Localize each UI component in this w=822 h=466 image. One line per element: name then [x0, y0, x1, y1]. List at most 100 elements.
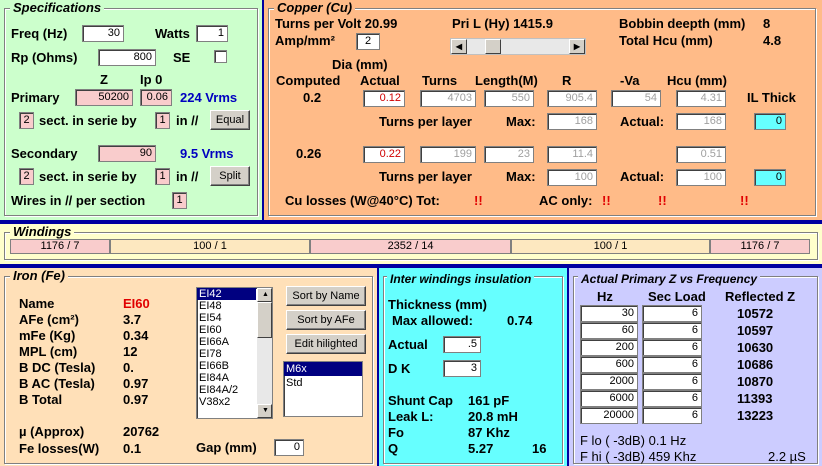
secondary-actual-input[interactable]: 0.22 — [363, 146, 405, 163]
insulation-actual-input[interactable]: .5 — [443, 336, 481, 353]
secondary-length: 23 — [484, 146, 534, 163]
core-list-scrollbar[interactable]: ▲ ▼ — [257, 288, 272, 418]
total-hcu-label: Total Hcu (mm) — [619, 33, 713, 48]
primary-in-par-text: in // — [176, 113, 199, 128]
windings-title: Windings — [10, 224, 75, 239]
hz-input[interactable]: 2000 — [580, 373, 638, 390]
dia-label: Dia (mm) — [332, 57, 388, 72]
mu-value: 20762 — [123, 424, 160, 439]
list-item[interactable]: M6x — [284, 362, 362, 376]
secondary-sect-input[interactable]: 2 — [19, 168, 34, 185]
z-header: Z — [100, 72, 108, 87]
primary-length: 550 — [484, 90, 534, 107]
scroll-thumb[interactable] — [257, 302, 272, 338]
mu-label: µ (Approx) — [19, 424, 85, 439]
shunt-cap-label: Shunt Cap — [388, 393, 453, 408]
sec-load-input[interactable]: 6 — [642, 407, 702, 424]
sec-load-input[interactable]: 6 — [642, 356, 702, 373]
material-listbox[interactable]: M6x Std — [283, 361, 363, 417]
core-name-label: Name — [19, 296, 55, 311]
btotal-label: B Total — [19, 392, 63, 407]
primary-sect-input[interactable]: 2 — [19, 112, 34, 129]
list-item[interactable]: EI42 — [197, 288, 256, 300]
se-checkbox[interactable] — [214, 50, 227, 63]
fe-losses-label: Fe losses(W) — [19, 441, 100, 456]
se-label: SE — [173, 50, 191, 65]
il-thick-label: IL Thick — [747, 90, 796, 105]
reflected-z-value: 10870 — [737, 374, 774, 389]
pri-l-scrollbar[interactable]: ◀ ▶ — [450, 38, 586, 55]
sec-load-input[interactable]: 6 — [642, 373, 702, 390]
chevron-up-icon[interactable]: ▲ — [257, 288, 272, 302]
cu-losses-label: Cu losses (W@40°C) Tot: — [285, 193, 440, 208]
amp-input[interactable]: 2 — [356, 33, 380, 50]
sec-load-input[interactable]: 6 — [642, 322, 702, 339]
core-listbox[interactable]: EI42 EI48 EI54 EI60 EI66A EI78 EI66B EI8… — [196, 287, 273, 419]
sec-load-input[interactable]: 6 — [642, 305, 702, 322]
gap-input[interactable]: 0 — [274, 439, 304, 456]
rp-input[interactable]: 800 — [98, 49, 156, 66]
ac-only-value-2: !! — [658, 193, 667, 208]
secondary-tpl-actual: 100 — [676, 169, 726, 186]
split-button[interactable]: Split — [210, 166, 250, 186]
hz-input[interactable]: 30 — [580, 305, 638, 322]
primary-par-input[interactable]: 1 — [155, 112, 170, 129]
wires-input[interactable]: 1 — [172, 192, 187, 209]
primary-actual-label: Actual: — [620, 114, 665, 129]
zfreq-title: Actual Primary Z vs Frequency — [578, 272, 761, 286]
hz-input[interactable]: 200 — [580, 339, 638, 356]
scroll-thumb[interactable] — [485, 39, 501, 54]
primary-ip0-input[interactable]: 0.06 — [140, 89, 172, 106]
secondary-z-input[interactable]: 90 — [98, 145, 156, 162]
hz-input[interactable]: 60 — [580, 322, 638, 339]
scroll-left-button[interactable]: ◀ — [451, 39, 467, 54]
bdc-label: B DC (Tesla) — [19, 360, 96, 375]
primary-z-input[interactable]: 50200 — [75, 89, 133, 106]
hz-header: Hz — [597, 289, 613, 304]
iron-title: Iron (Fe) — [10, 268, 68, 283]
core-name-value: EI60 — [123, 296, 150, 311]
sec-load-input[interactable]: 6 — [642, 390, 702, 407]
windings-panel: Windings 1176 / 7 100 / 1 2352 / 14 100 … — [0, 224, 822, 264]
sort-by-afe-button[interactable]: Sort by AFe — [286, 310, 366, 330]
equal-button[interactable]: Equal — [210, 110, 250, 130]
secondary-il-thick-input[interactable]: 0 — [754, 169, 786, 186]
mpl-label: MPL (cm) — [19, 344, 78, 359]
secondary-par-input[interactable]: 1 — [155, 168, 170, 185]
secondary-label: Secondary — [11, 146, 78, 161]
reflected-z-header: Reflected Z — [725, 289, 796, 304]
winding-segment: 2352 / 14 — [310, 239, 511, 254]
secondary-computed: 0.26 — [296, 146, 322, 161]
primary-actual-input[interactable]: 0.12 — [363, 90, 405, 107]
primary-il-thick-input[interactable]: 0 — [754, 113, 786, 130]
secondary-max-label: Max: — [506, 169, 536, 184]
watts-input[interactable]: 1 — [196, 25, 228, 42]
header-hcu: Hcu (mm) — [667, 73, 727, 88]
reflected-z-value: 10572 — [737, 306, 774, 321]
hz-input[interactable]: 600 — [580, 356, 638, 373]
primary-turns: 4703 — [420, 90, 476, 107]
hz-input[interactable]: 20000 — [580, 407, 638, 424]
reflected-z-value: 10630 — [737, 340, 774, 355]
thickness-label: Thickness (mm) — [388, 297, 487, 312]
header-r: R — [562, 73, 572, 88]
f-hi-readout: F hi ( -3dB) 459 Khz — [580, 449, 697, 464]
primary-max-label: Max: — [506, 114, 536, 129]
secondary-r: 11.4 — [547, 146, 597, 163]
reflected-z-value: 10686 — [737, 357, 774, 372]
dk-input[interactable]: 3 — [443, 360, 481, 377]
list-item[interactable]: Std — [284, 376, 362, 390]
f-lo-readout: F lo ( -3dB) 0.1 Hz — [580, 433, 687, 448]
scroll-right-button[interactable]: ▶ — [569, 39, 585, 54]
winding-segment: 1176 / 7 — [710, 239, 810, 254]
sec-load-input[interactable]: 6 — [642, 339, 702, 356]
chevron-down-icon[interactable]: ▼ — [257, 404, 272, 418]
hz-input[interactable]: 6000 — [580, 390, 638, 407]
edit-hilighted-button[interactable]: Edit hilighted — [286, 334, 366, 354]
header-turns: Turns — [422, 73, 458, 88]
sort-by-name-button[interactable]: Sort by Name — [286, 286, 366, 306]
leak-l-value: 20.8 mH — [468, 409, 518, 424]
secondary-hcu: 0.51 — [676, 146, 726, 163]
freq-input[interactable]: 30 — [82, 25, 124, 42]
mfe-label: mFe (Kg) — [19, 328, 76, 343]
